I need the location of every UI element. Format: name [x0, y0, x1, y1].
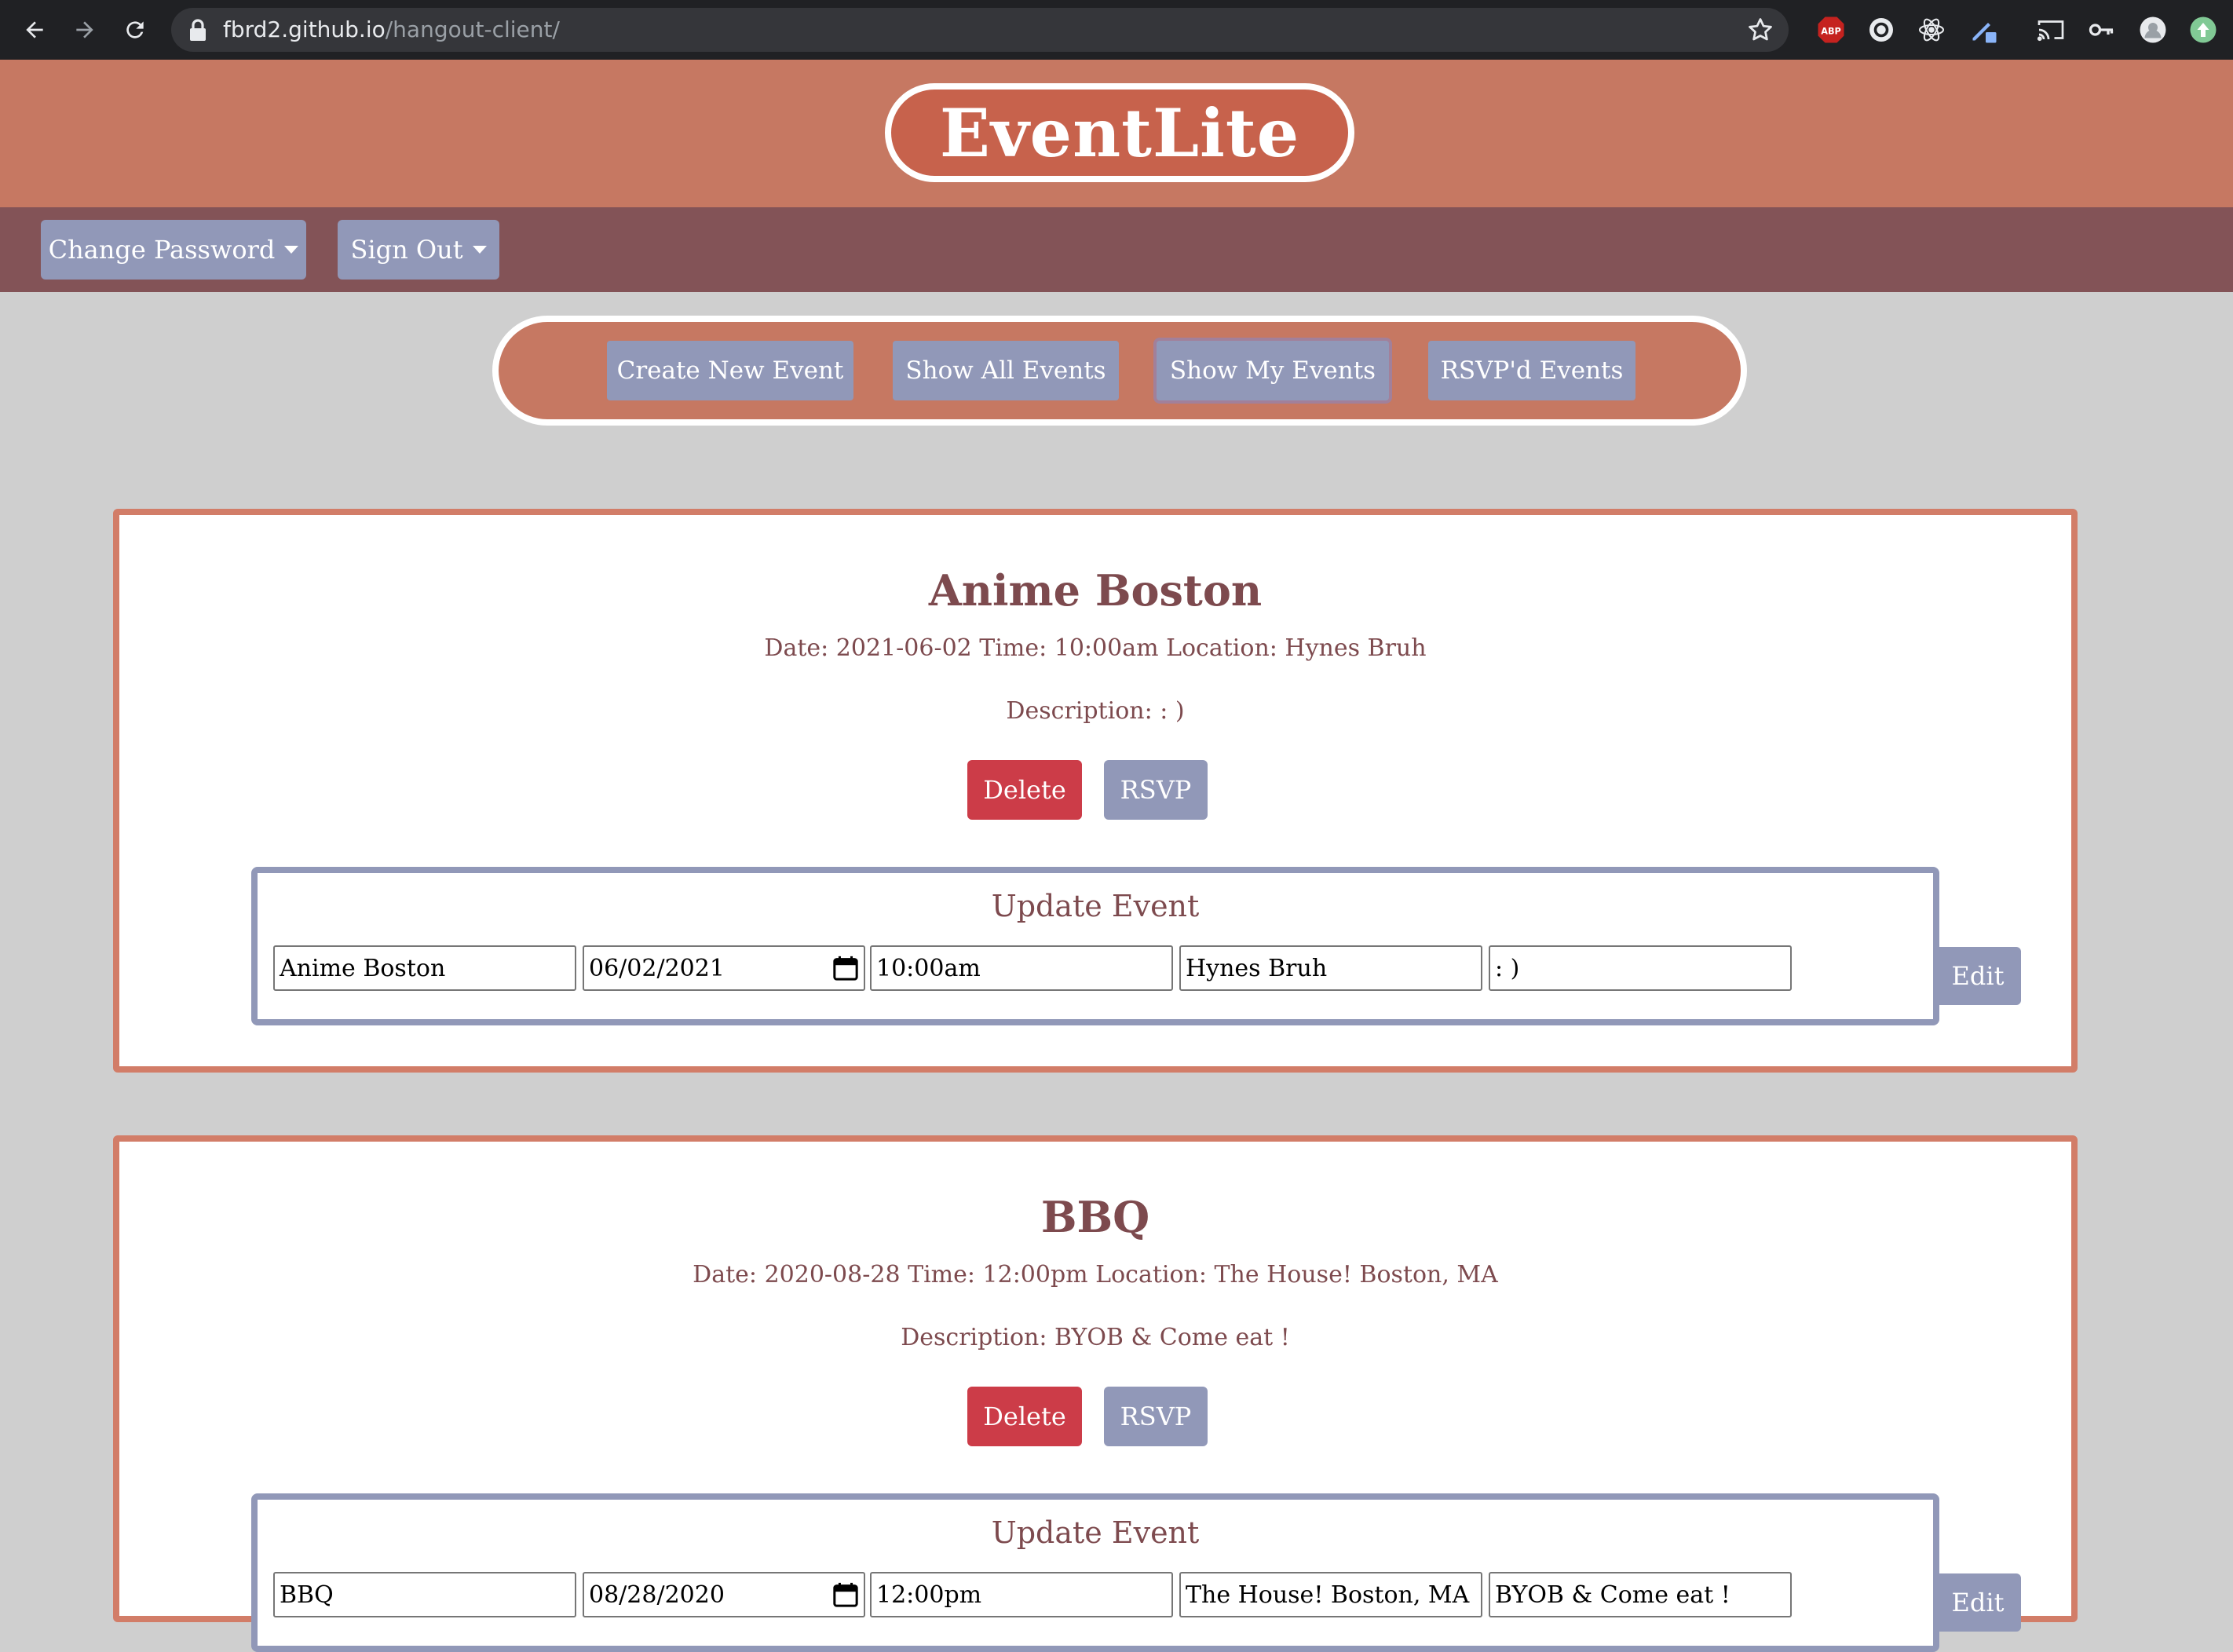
- event-description: Description: : ): [1006, 697, 1185, 725]
- site-header: EventLite: [0, 60, 2233, 207]
- event-name-input[interactable]: Anime Boston: [273, 945, 576, 991]
- create-event-button[interactable]: Create New Event: [607, 341, 853, 400]
- rsvpd-events-button[interactable]: RSVP'd Events: [1428, 341, 1635, 400]
- lock-icon: [190, 19, 206, 41]
- rsvp-button[interactable]: RSVP: [1104, 760, 1208, 820]
- sign-out-label: Sign Out: [350, 235, 463, 265]
- update-event-title: Update Event: [991, 889, 1200, 923]
- key-icon[interactable]: [2085, 14, 2117, 46]
- event-description-input[interactable]: : ): [1489, 945, 1792, 991]
- event-date-input[interactable]: 08/28/2020: [583, 1572, 865, 1617]
- reload-icon[interactable]: [116, 11, 154, 49]
- logo-text: EventLite: [939, 93, 1300, 172]
- event-title: Anime Boston: [928, 565, 1263, 616]
- update-event-form: Update Event Anime Boston 06/02/2021 10:…: [251, 867, 2021, 1025]
- event-name-input[interactable]: BBQ: [273, 1572, 576, 1617]
- change-password-button[interactable]: Change Password: [41, 220, 306, 280]
- change-password-label: Change Password: [48, 235, 276, 265]
- calendar-icon[interactable]: [832, 1581, 859, 1609]
- edit-button[interactable]: Edit: [1935, 947, 2021, 1005]
- event-description-input[interactable]: BYOB & Come eat !: [1489, 1572, 1792, 1617]
- event-date-input[interactable]: 06/02/2021: [583, 945, 865, 991]
- event-time-input[interactable]: 12:00pm: [870, 1572, 1173, 1617]
- address-bar[interactable]: fbrd2.github.io/hangout-client/: [171, 8, 1789, 52]
- event-card: BBQ Date: 2020-08-28 Time: 12:00pm Locat…: [113, 1135, 2078, 1652]
- bookmark-star-icon[interactable]: [1746, 16, 1774, 44]
- event-meta: Date: 2021-06-02 Time: 10:00am Location:…: [764, 634, 1427, 662]
- cast-icon[interactable]: [2035, 14, 2067, 46]
- event-time-input[interactable]: 10:00am: [870, 945, 1173, 991]
- grammar-icon[interactable]: [1866, 14, 1897, 46]
- caret-down-icon: [472, 246, 487, 254]
- browser-toolbar: fbrd2.github.io/hangout-client/ ABP: [0, 0, 2233, 60]
- caret-down-icon: [284, 246, 299, 254]
- event-date-value: 06/02/2021: [589, 954, 725, 982]
- url-text: fbrd2.github.io/hangout-client/: [223, 16, 560, 42]
- event-title: BBQ: [1040, 1192, 1150, 1242]
- abp-icon[interactable]: ABP: [1815, 14, 1847, 46]
- back-icon[interactable]: [16, 11, 53, 49]
- delete-button[interactable]: Delete: [967, 1387, 1082, 1446]
- main-nav: Create New Event Show All Events Show My…: [492, 316, 1747, 426]
- sign-out-button[interactable]: Sign Out: [338, 220, 499, 280]
- event-location-input[interactable]: Hynes Bruh: [1179, 945, 1482, 991]
- event-description: Description: BYOB & Come eat !: [901, 1324, 1290, 1351]
- account-bar: Change Password Sign Out: [0, 207, 2233, 292]
- show-my-events-button[interactable]: Show My Events: [1157, 341, 1389, 400]
- event-meta: Date: 2020-08-28 Time: 12:00pm Location:…: [693, 1261, 1498, 1288]
- svg-text:ABP: ABP: [1821, 26, 1841, 36]
- event-date-value: 08/28/2020: [589, 1581, 725, 1609]
- edit-button[interactable]: Edit: [1935, 1573, 2021, 1632]
- logo: EventLite: [885, 83, 1354, 182]
- react-devtools-icon[interactable]: [1916, 14, 1947, 46]
- calendar-icon[interactable]: [832, 954, 859, 982]
- update-event-form: Update Event BBQ 08/28/2020 12:00pm The …: [251, 1493, 2021, 1652]
- event-card: Anime Boston Date: 2021-06-02 Time: 10:0…: [113, 509, 2078, 1073]
- profile-avatar[interactable]: [2137, 14, 2169, 46]
- show-all-events-button[interactable]: Show All Events: [893, 341, 1119, 400]
- rsvp-button[interactable]: RSVP: [1104, 1387, 1208, 1446]
- event-location-input[interactable]: The House! Boston, MA: [1179, 1572, 1482, 1617]
- pen-icon[interactable]: [1968, 14, 1999, 46]
- update-event-title: Update Event: [991, 1515, 1200, 1550]
- update-icon[interactable]: [2187, 14, 2219, 46]
- delete-button[interactable]: Delete: [967, 760, 1082, 820]
- forward-icon[interactable]: [66, 11, 104, 49]
